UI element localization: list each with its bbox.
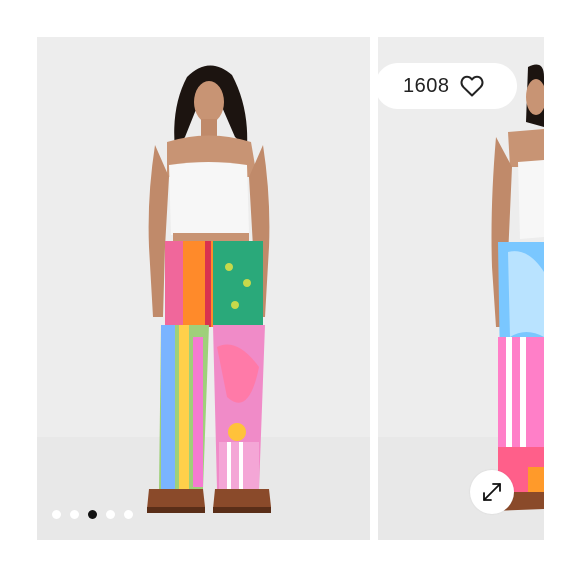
heart-outline-icon	[460, 75, 483, 97]
carousel-dot[interactable]	[70, 510, 79, 519]
like-count: 1608	[403, 74, 450, 97]
product-image-main[interactable]	[37, 37, 370, 540]
model-photo-front	[37, 37, 370, 540]
expand-image-button[interactable]	[470, 470, 514, 514]
expand-arrows-icon	[483, 483, 501, 501]
product-image-gallery: 1608	[0, 0, 580, 580]
carousel-dot[interactable]	[124, 510, 133, 519]
carousel-dot[interactable]	[106, 510, 115, 519]
carousel-dot[interactable]	[52, 510, 61, 519]
carousel-dot-active[interactable]	[88, 510, 97, 519]
like-button[interactable]: 1608	[375, 63, 517, 109]
carousel-indicator	[52, 510, 133, 519]
model-photo-side	[378, 37, 544, 540]
product-image-secondary[interactable]	[378, 37, 544, 540]
